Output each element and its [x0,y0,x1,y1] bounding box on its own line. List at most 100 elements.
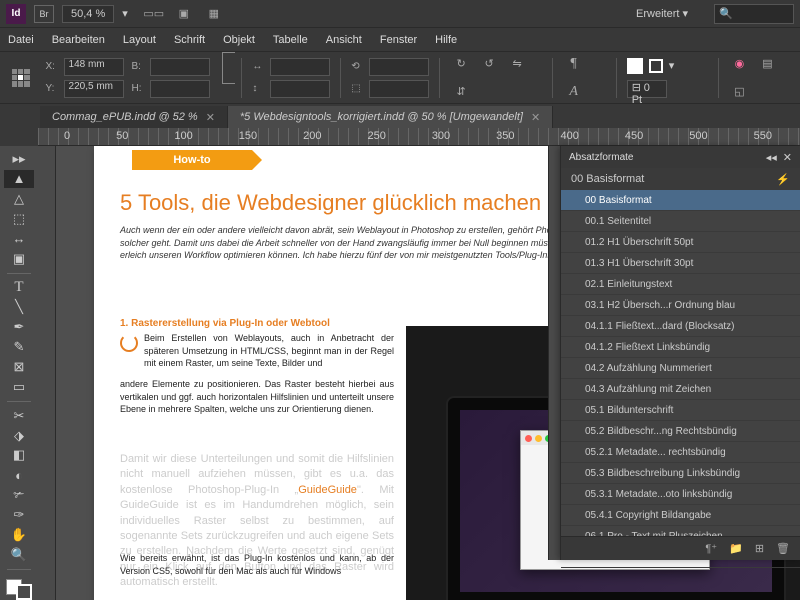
style-item[interactable]: 01.3 H1 Überschrift 30pt [561,253,800,274]
page-title: 5 Tools, die Webdesigner glücklich mache… [120,190,541,216]
menu-fenster[interactable]: Fenster [380,34,417,46]
style-item[interactable]: 05.4.1 Copyright Bildangabe [561,505,800,526]
scale-y-icon: ↕ [252,83,266,94]
pencil-tool[interactable]: ✎ [4,338,34,356]
swatch-dropdown-icon[interactable]: ▾ [669,59,675,72]
style-item[interactable]: 05.1 Bildunterschrift [561,400,800,421]
free-transform-tool[interactable]: ⬗ [4,427,34,445]
hand-tool[interactable]: ✋ [4,526,34,544]
style-item[interactable]: 05.2 Bildbeschr...ng Rechtsbündig [561,421,800,442]
type-tool[interactable]: T [4,278,34,296]
arrange-icon[interactable]: ▦ [204,4,224,24]
h-input[interactable] [150,80,210,98]
style-item[interactable]: 00.1 Seitentitel [561,211,800,232]
menu-tabelle[interactable]: Tabelle [273,34,308,46]
direct-selection-tool[interactable]: △ [4,190,34,208]
document-tab[interactable]: *5 Webdesigntools_korrigiert.indd @ 50 %… [228,106,553,128]
y-input[interactable]: 220,5 mm [64,80,124,98]
menu-hilfe[interactable]: Hilfe [435,34,457,46]
zoom-tool[interactable]: 🔍 [4,546,34,564]
shear-input[interactable] [369,80,429,98]
para-style-icon[interactable]: ¶ [563,53,585,75]
fill-stroke-swap[interactable] [6,579,32,600]
rectangle-frame-tool[interactable]: ⊠ [4,358,34,376]
stroke-weight-input[interactable]: ⊟ 0 Pt [627,80,667,98]
scale-y-input[interactable] [270,80,330,98]
zoom-dropdown-icon[interactable]: ▾ [122,7,128,20]
selection-tool[interactable]: ▲ [4,170,34,188]
effects-icon[interactable]: ◉ [728,53,750,75]
page-tool[interactable]: ⬚ [4,210,34,228]
menu-layout[interactable]: Layout [123,34,156,46]
w-input[interactable] [150,58,210,76]
vertical-ruler[interactable] [38,146,56,600]
current-style-label: 00 Basisformat [571,173,644,185]
panel-collapse-icon[interactable]: ◂◂ [766,151,777,164]
menu-bearbeiten[interactable]: Bearbeiten [52,34,105,46]
clear-overrides-icon[interactable]: ¶⁺ [705,542,717,555]
panel-dock-collapse[interactable] [548,146,560,560]
scissors-tool[interactable]: ✂ [4,407,34,425]
body-text-1b: andere Elemente zu positionieren. Das Ra… [120,378,394,416]
workspace-switcher[interactable]: Erweitert ▾ [626,5,698,22]
panel-collapse-icon[interactable]: ▸▸ [4,150,34,168]
constrain-link-icon[interactable] [222,52,236,84]
gradient-swatch-tool[interactable]: ◧ [4,447,34,465]
style-item[interactable]: 01.2 H1 Überschrift 50pt [561,232,800,253]
new-style-icon[interactable]: ⊞ [755,542,764,555]
rotate-cw-icon[interactable]: ↻ [450,53,472,75]
tab-close-icon[interactable]: ✕ [531,111,540,124]
panel-close-icon[interactable]: ✕ [783,151,792,164]
search-icon: 🔍 [719,7,733,20]
scale-x-input[interactable] [270,58,330,76]
zoom-level[interactable]: 50,4 % [62,5,114,23]
fill-swatch-icon[interactable] [627,58,643,74]
tab-close-icon[interactable]: ✕ [206,111,215,124]
new-group-icon[interactable]: 📁 [729,542,743,555]
content-collector-tool[interactable]: ▣ [4,250,34,268]
quick-apply-icon[interactable]: ⚡ [776,173,790,186]
corner-icon[interactable]: ◱ [728,81,750,103]
menu-ansicht[interactable]: Ansicht [326,34,362,46]
document-tab[interactable]: Commag_ePUB.indd @ 52 %✕ [40,106,228,128]
style-item[interactable]: 05.3 Bildbeschreibung Linksbündig [561,463,800,484]
bridge-icon[interactable]: Br [34,5,54,23]
reference-point-icon[interactable] [12,69,30,87]
char-style-icon[interactable]: A [563,81,585,103]
menu-schrift[interactable]: Schrift [174,34,205,46]
gradient-feather-tool[interactable]: ◐ [4,466,34,484]
note-tool[interactable]: ✃ [4,486,34,504]
rotate-input[interactable] [369,58,429,76]
gap-tool[interactable]: ↔ [4,230,34,248]
panel-tab-absatzformate[interactable]: Absatzformate [569,152,633,163]
style-item[interactable]: 00 Basisformat [561,190,800,211]
rectangle-tool[interactable]: ▭ [4,378,34,396]
style-item[interactable]: 04.1.1 Fließtext...dard (Blocksatz) [561,316,800,337]
rotate-ccw-icon[interactable]: ↺ [478,53,500,75]
stroke-icon: ⊟ [632,82,641,94]
style-item[interactable]: 04.2 Aufzählung Nummeriert [561,358,800,379]
pen-tool[interactable]: ✒ [4,318,34,336]
stroke-swatch-icon[interactable] [649,59,663,73]
flip-v-icon[interactable]: ⇵ [450,81,472,103]
style-item[interactable]: 04.1.2 Fließtext Linksbündig [561,337,800,358]
view-options-icon[interactable]: ▭▭ [144,4,164,24]
search-input[interactable]: 🔍 [714,4,794,24]
line-tool[interactable]: ╲ [4,298,34,316]
style-item[interactable]: 05.3.1 Metadate...oto linksbündig [561,484,800,505]
flip-h-icon[interactable]: ⇋ [506,53,528,75]
w-label: B: [132,61,146,72]
style-item[interactable]: 02.1 Einleitungstext [561,274,800,295]
horizontal-ruler[interactable]: 0501001502002503003504004505005506006507… [38,128,800,146]
text-wrap-icon[interactable]: ▤ [756,53,778,75]
style-item[interactable]: 03.1 H2 Übersch...r Ordnung blau [561,295,800,316]
eyedropper-tool[interactable]: ✑ [4,506,34,524]
delete-style-icon[interactable]: 🗑 [776,542,790,555]
menu-datei[interactable]: Datei [8,34,34,46]
x-input[interactable]: 148 mm [64,58,124,76]
menu-objekt[interactable]: Objekt [223,34,255,46]
screen-mode-icon[interactable]: ▣ [174,4,194,24]
style-item[interactable]: 05.2.1 Metadate... rechtsbündig [561,442,800,463]
style-item[interactable]: 04.3 Aufzählung mit Zeichen [561,379,800,400]
spiral-icon [120,334,138,352]
